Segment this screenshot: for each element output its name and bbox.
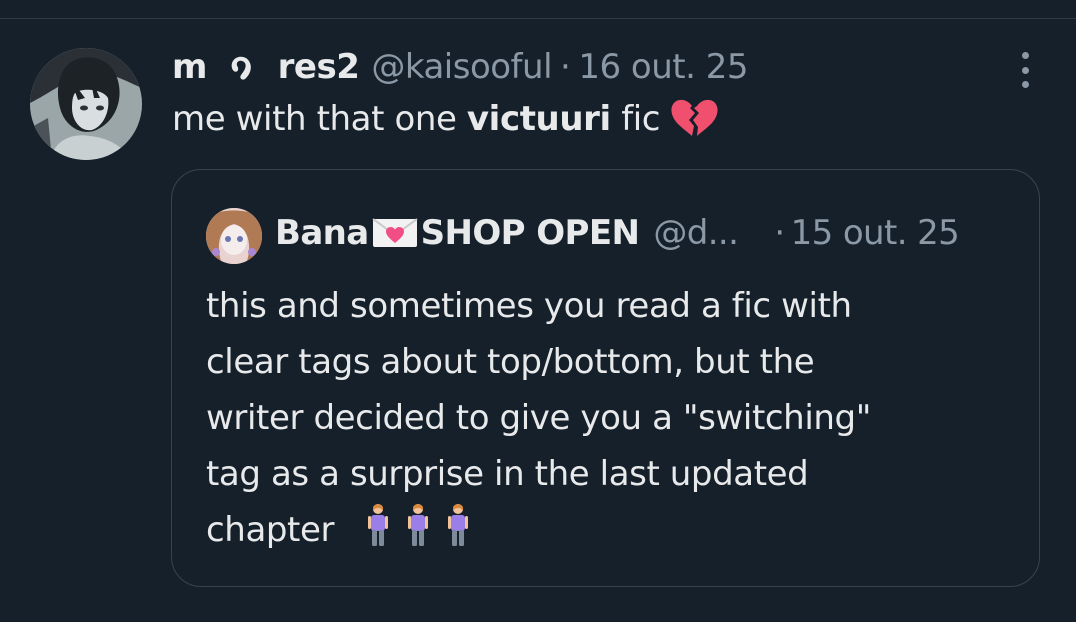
avatar-illustration xyxy=(30,48,142,160)
more-dot xyxy=(1021,52,1029,59)
love-letter-icon xyxy=(372,218,418,247)
display-name-part: res2 xyxy=(277,47,360,87)
tweet-text-part: me with that one xyxy=(172,99,467,139)
person-standing-icon xyxy=(367,504,388,546)
tweet-text-bold: victuuri xyxy=(466,99,611,139)
quoted-text-last-words: chapter xyxy=(206,510,335,550)
quoted-text-line: writer decided to give you a "switching" xyxy=(206,398,871,438)
tweet[interactable]: m res2 @kaisooful · 16 out. 25 me with t… xyxy=(0,0,1076,603)
person-standing-icon xyxy=(407,504,428,546)
more-vertical-icon[interactable] xyxy=(1020,52,1030,88)
quoted-name-part: Bana xyxy=(275,213,369,253)
person-emoji-group xyxy=(367,503,469,547)
display-name[interactable]: m res2 xyxy=(172,47,360,87)
ear-icon xyxy=(231,56,252,80)
more-dot xyxy=(1021,81,1029,88)
quoted-display-name[interactable]: Bana SHOP OPEN xyxy=(275,213,640,253)
quoted-timestamp[interactable]: 15 out. 25 xyxy=(791,213,960,253)
quoted-avatar[interactable] xyxy=(206,208,262,264)
broken-heart-icon xyxy=(671,99,718,136)
quoted-text-line: tag as a surprise in the last updated xyxy=(206,454,809,494)
quoted-handle[interactable]: @d... xyxy=(653,213,739,253)
tweet-header: m res2 @kaisooful · 16 out. 25 xyxy=(172,42,748,92)
handle[interactable]: @kaisooful xyxy=(371,47,552,87)
quoted-text: this and sometimes you read a fic with c… xyxy=(206,278,1006,558)
quoted-tweet[interactable]: Bana SHOP OPEN @d... · 15 out. 25 this a… xyxy=(171,169,1040,587)
tweet-text-part: fic xyxy=(610,99,661,139)
quoted-text-line: clear tags about top/bottom, but the xyxy=(206,342,815,382)
quoted-name-part: SHOP OPEN xyxy=(420,213,640,253)
quoted-text-line-last: chapter xyxy=(206,502,1006,558)
timestamp[interactable]: 16 out. 25 xyxy=(578,47,748,87)
display-name-part: m xyxy=(172,47,207,87)
person-standing-icon xyxy=(447,504,468,546)
quoted-separator-dot: · xyxy=(774,213,785,253)
action-bar-edge xyxy=(0,600,1076,622)
avatar[interactable] xyxy=(30,48,142,160)
tweet-text: me with that one victuuri fic xyxy=(172,98,718,140)
quoted-text-line: this and sometimes you read a fic with xyxy=(206,286,852,326)
quoted-header: Bana SHOP OPEN @d... · 15 out. 25 xyxy=(275,210,960,256)
quoted-avatar-illustration xyxy=(206,208,262,264)
separator-dot: · xyxy=(560,47,571,87)
more-dot xyxy=(1021,66,1029,74)
